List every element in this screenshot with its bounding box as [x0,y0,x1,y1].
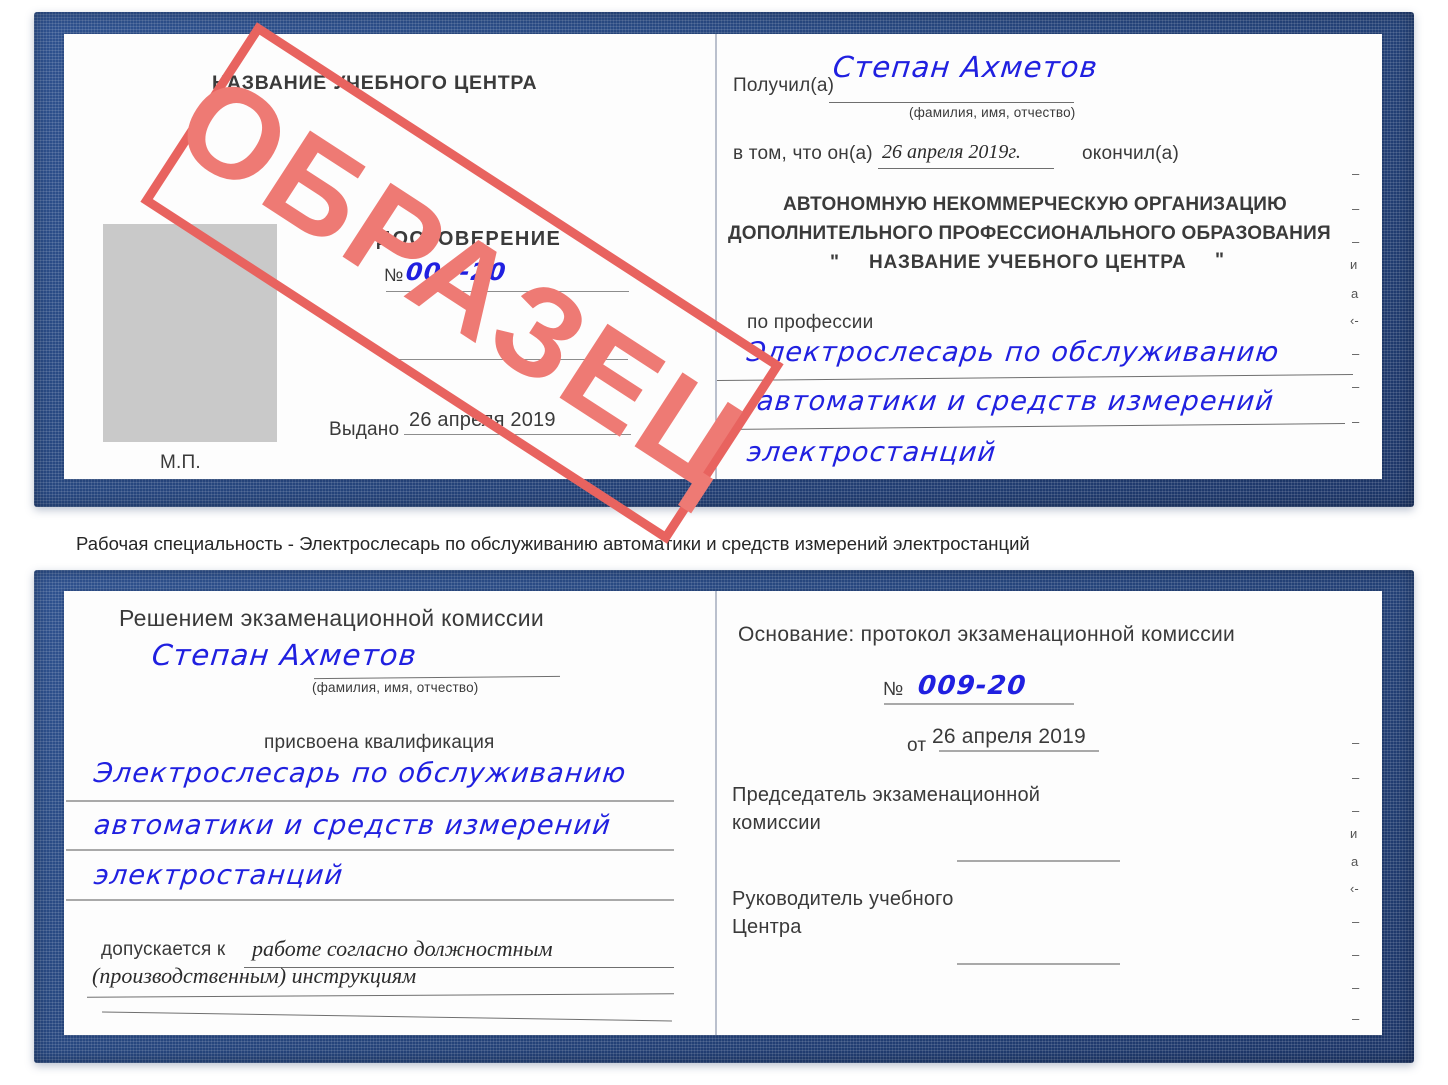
certificate-bottom-right-page: Основание: протокол экзаменационной коми… [717,591,1382,1035]
edge-mark-b5: ‹- [1350,881,1359,896]
certificate-top-right-page: Получил(а) Степан Ахметов (фамилия, имя,… [717,34,1382,479]
head-line-2: Центра [732,916,802,938]
edge-mark-8: – [1352,414,1360,429]
edge-mark-b7: – [1352,947,1360,962]
blank-rule-top [390,359,628,360]
edge-mark-b6: – [1352,914,1360,929]
org-quote-open: " [830,252,840,273]
that-he-label: в том, что он(а) [733,143,873,164]
certificate-bottom-pages: Решением экзаменационной комиссии Степан… [64,591,1382,1035]
protocol-number-rule [884,703,1074,705]
edge-mark-2: – [1352,234,1360,249]
admitted-rule-3 [102,1011,672,1022]
org-line2: ДОПОЛНИТЕЛЬНОГО ПРОФЕССИОНАЛЬНОГО ОБРАЗО… [728,223,1331,244]
head-line-1: Руководитель учебного [732,888,954,910]
edge-mark-b4: а [1351,854,1359,869]
name-hint-bottom: (фамилия, имя, отчество) [312,680,479,695]
certificate-top-pages: НАЗВАНИЕ УЧЕБНОГО ЦЕНТРА М.П. УДОСТОВЕРЕ… [64,34,1382,479]
protocol-date-label: от [907,735,927,756]
qualification-line-2: автоматики и средств измерений [92,810,613,841]
admitted-value-line-2: (производственным) инструкциям [92,963,417,988]
certificate-bottom-left-page: Решением экзаменационной комиссии Степан… [64,591,715,1035]
profession-rule-2 [717,422,1345,431]
edge-mark-b1: – [1352,770,1360,785]
student-name-rule [314,675,560,680]
caption-text: Рабочая специальность - Электрослесарь п… [76,533,1030,554]
edge-mark-4: а [1351,286,1359,301]
profession-line-3: электростанций [745,437,999,468]
photo-placeholder [103,224,277,442]
admitted-value-line-1: работе согласно должностным [252,936,553,961]
edge-mark-b8: – [1352,980,1360,995]
received-rule [829,102,1074,103]
received-value: Степан Ахметов [831,50,1100,84]
protocol-number-label: № [883,679,904,700]
edge-mark-b2: – [1352,803,1360,818]
chairman-signature-rule [957,860,1120,862]
profession-label: по профессии [747,312,874,333]
edge-mark-b3: и [1350,826,1358,841]
name-hint-top: (фамилия, имя, отчество) [909,105,1076,120]
number-label-top: № [384,265,404,285]
number-rule-top [386,291,629,292]
edge-mark-6: – [1352,346,1360,361]
edge-mark-5: ‹- [1350,313,1359,328]
graduated-label: окончил(а) [1082,143,1179,164]
issued-value: 26 апреля 2019 [409,409,556,431]
edge-mark-b9: – [1352,1011,1360,1026]
seal-label: М.П. [160,452,201,473]
qualification-rule-3 [66,899,674,901]
profession-line-1: Электрослесарь по обслуживанию [745,337,1282,368]
received-label: Получил(а) [733,75,835,96]
edge-mark-0: – [1352,166,1360,181]
that-he-value: 26 апреля 2019г. [882,141,1021,163]
student-name-bottom: Степан Ахметов [150,638,419,672]
qualification-label: присвоена квалификация [264,732,495,753]
certificate-top-left-page: НАЗВАНИЕ УЧЕБНОГО ЦЕНТРА М.П. УДОСТОВЕРЕ… [64,34,715,479]
qualification-line-1: Электрослесарь по обслуживанию [92,758,629,789]
profession-line-2: автоматики и средств измерений [755,386,1276,417]
qualification-rule-2 [66,849,674,851]
edge-mark-3: и [1350,257,1358,272]
issued-label: Выдано [329,419,400,440]
issued-rule [404,434,631,435]
edge-mark-b0: – [1352,735,1360,750]
number-value-top: 009-20 [404,258,509,286]
org-title-top-left: НАЗВАНИЕ УЧЕБНОГО ЦЕНТРА [212,72,538,94]
admitted-rule-2 [87,993,674,998]
protocol-date-value: 26 апреля 2019 [932,725,1086,748]
edge-mark-1: – [1352,201,1360,216]
head-signature-rule [957,963,1120,965]
org-line1: АВТОНОМНУЮ НЕКОММЕРЧЕСКУЮ ОРГАНИЗАЦИЮ [783,194,1287,215]
admitted-label: допускается к [101,939,226,960]
basis-label: Основание: протокол экзаменационной коми… [738,623,1236,646]
qualification-line-3: электростанций [92,860,346,891]
chairman-line-2: комиссии [732,812,821,834]
org-line3: НАЗВАНИЕ УЧЕБНОГО ЦЕНТРА [869,252,1187,273]
protocol-number-value: 009-20 [916,671,1029,701]
edge-mark-7: – [1352,379,1360,394]
qualification-rule-1 [66,800,674,802]
protocol-date-rule [939,750,1099,752]
doc-type-label: УДОСТОВЕРЕНИЕ [364,228,562,250]
that-he-rule [878,168,1054,169]
chairman-line-1: Председатель экзаменационной [732,784,1041,806]
profession-rule-1 [717,373,1353,382]
commission-heading: Решением экзаменационной комиссии [119,605,545,631]
org-quote-close: " [1215,250,1225,271]
